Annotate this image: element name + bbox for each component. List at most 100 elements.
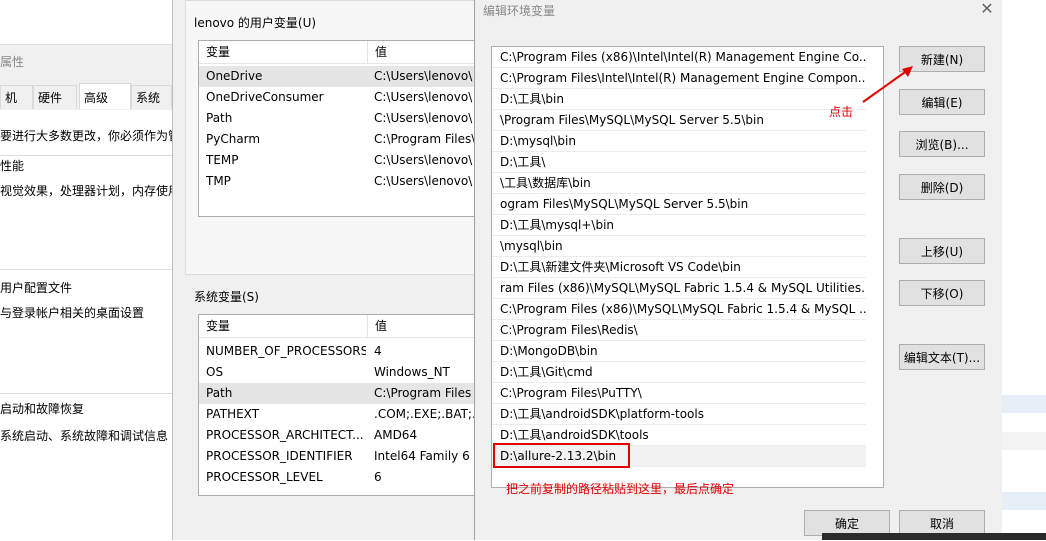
path-entry[interactable]: C:\Program Files\Redis\: [492, 320, 866, 341]
tab-hardware[interactable]: 硬件: [33, 85, 77, 109]
var-value: C:\Program Files\: [374, 132, 476, 146]
var-name: OS: [206, 365, 224, 379]
background-row: [1002, 395, 1046, 413]
tab-computer-name[interactable]: 机名名: [0, 85, 33, 153]
background-row: [1002, 492, 1046, 510]
path-entries-list[interactable]: C:\Program Files (x86)\Intel\Intel(R) Ma…: [491, 46, 884, 488]
window-title: 属性: [0, 55, 25, 69]
system-var-row[interactable]: PATHEXT .COM;.EXE;.BAT;.C: [199, 404, 476, 425]
path-entry[interactable]: C:\Program Files (x86)\Intel\Intel(R) Ma…: [492, 47, 866, 68]
performance-desc: 视觉效果，处理器计划，内存使用: [0, 184, 181, 198]
edit-text-button[interactable]: 编辑文本(T)...: [899, 344, 985, 370]
admin-note: 要进行大多数更改，你必须作为管: [0, 129, 181, 143]
column-value[interactable]: 值: [368, 315, 476, 337]
click-annotation: 点击: [829, 105, 854, 119]
user-var-row[interactable]: OneDrive C:\Users\lenovo\: [199, 66, 476, 87]
arrow-icon: [862, 66, 913, 103]
path-entry[interactable]: C:\Program Files (x86)\MySQL\MySQL Fabri…: [492, 299, 866, 320]
paste-annotation: 把之前复制的路径粘贴到这里，最后点确定: [506, 482, 735, 496]
column-value[interactable]: 值: [368, 41, 476, 63]
path-entry[interactable]: D:\工具\新建文件夹\Microsoft VS Code\bin: [492, 257, 866, 278]
move-up-button[interactable]: 上移(U): [899, 238, 985, 264]
tab-advanced[interactable]: 高级: [79, 83, 131, 109]
path-entry[interactable]: C:\Program Files\Intel\Intel(R) Manageme…: [492, 68, 866, 89]
var-name: OneDriveConsumer: [206, 90, 324, 104]
tab-strip: 机名名 硬件 高级 系统保: [0, 83, 172, 153]
delete-button[interactable]: 删除(D): [899, 174, 985, 200]
column-variable[interactable]: 变量: [199, 41, 367, 63]
var-value: .COM;.EXE;.BAT;.C: [374, 407, 476, 421]
taskbar-edge: [822, 533, 1046, 540]
var-name: PyCharm: [206, 132, 261, 146]
close-icon[interactable]: ✕: [977, 0, 997, 18]
system-var-row[interactable]: PROCESSOR_ARCHITECT... AMD64: [199, 425, 476, 446]
var-value: C:\Users\lenovo\: [374, 90, 473, 104]
path-entry[interactable]: D:\工具\mysql+\bin: [492, 215, 866, 236]
system-var-row[interactable]: OS Windows_NT: [199, 362, 476, 383]
environment-variables-dialog: lenovo 的用户变量(U) 变量 值 OneDrive C:\Users\le…: [172, 0, 477, 540]
path-entry[interactable]: D:\工具\bin: [492, 89, 866, 110]
var-value: Intel64 Family 6 M: [374, 449, 476, 463]
var-value: C:\Program Files: [374, 386, 472, 400]
var-name: NUMBER_OF_PROCESSORS: [206, 344, 366, 358]
column-variable[interactable]: 变量: [199, 315, 367, 337]
user-var-row[interactable]: TMP C:\Users\lenovo\: [199, 171, 476, 192]
user-var-row[interactable]: TEMP C:\Users\lenovo\: [199, 150, 476, 171]
divider: [0, 269, 172, 270]
user-vars-label: lenovo 的用户变量(U): [194, 16, 317, 30]
path-entry[interactable]: ram Files (x86)\MySQL\MySQL Fabric 1.5.4…: [492, 278, 866, 299]
var-name: PROCESSOR_IDENTIFIER: [206, 449, 353, 463]
move-down-button[interactable]: 下移(O): [899, 280, 985, 306]
var-value: AMD64: [374, 428, 418, 442]
advanced-panel: 要进行大多数更改，你必须作为管 性能 视觉效果，处理器计划，内存使用 用户配置文…: [0, 110, 180, 541]
user-var-row[interactable]: Path C:\Users\lenovo\: [199, 108, 476, 129]
user-vars-list[interactable]: 变量 值 OneDrive C:\Users\lenovo\ OneDriveCo…: [198, 40, 477, 217]
divider: [0, 393, 172, 394]
path-entry[interactable]: \mysql\bin: [492, 236, 866, 257]
background-row: [1002, 432, 1046, 450]
var-name: OneDrive: [206, 69, 263, 83]
var-name: PATHEXT: [206, 407, 260, 421]
var-value: C:\Users\lenovo\: [374, 153, 473, 167]
user-var-row[interactable]: OneDriveConsumer C:\Users\lenovo\: [199, 87, 476, 108]
var-name: PROCESSOR_LEVEL: [206, 470, 323, 484]
var-name: TEMP: [206, 153, 239, 167]
system-var-row[interactable]: PROCESSOR_LEVEL 6: [199, 467, 476, 488]
var-name: Path: [206, 386, 233, 400]
var-value: 6: [374, 470, 382, 484]
var-value: Windows_NT: [374, 365, 450, 379]
path-entry[interactable]: D:\MongoDB\bin: [492, 341, 866, 362]
path-entry[interactable]: ogram Files\MySQL\MySQL Server 5.5\bin: [492, 194, 866, 215]
path-entry[interactable]: D:\工具\: [492, 152, 866, 173]
scroll-down-icon[interactable]: ▼: [883, 469, 884, 485]
divider: [0, 155, 172, 156]
system-var-row[interactable]: NUMBER_OF_PROCESSORS 4: [199, 341, 476, 362]
var-value: C:\Users\lenovo\: [374, 111, 473, 125]
system-properties-window: 属性 机名名 硬件 高级 系统保 要进行大多数更改，你必须作为管 性能 视觉效果…: [0, 44, 180, 541]
var-value: C:\Users\lenovo\: [374, 174, 473, 188]
vertical-scrollbar[interactable]: ▲ ▼: [883, 47, 884, 487]
system-vars-list[interactable]: 变量 值 NUMBER_OF_PROCESSORS 4 OS Windows_NT …: [198, 314, 477, 496]
performance-heading: 性能: [0, 159, 25, 173]
tab-system-protection[interactable]: 系统保: [131, 85, 172, 129]
startup-recovery-desc: 系统启动、系统故障和调试信息: [0, 429, 169, 443]
system-var-row[interactable]: Path C:\Program Files: [199, 383, 476, 404]
path-entry[interactable]: D:\mysql\bin: [492, 131, 866, 152]
user-var-row[interactable]: PyCharm C:\Program Files\: [199, 129, 476, 150]
background-window: [1002, 0, 1046, 540]
var-name: PROCESSOR_ARCHITECT...: [206, 428, 364, 442]
startup-recovery-heading: 启动和故障恢复: [0, 402, 85, 416]
var-name: Path: [206, 111, 233, 125]
path-entry[interactable]: \工具\数据库\bin: [492, 173, 866, 194]
highlight-box: [493, 443, 630, 468]
path-entry[interactable]: C:\Program Files\PuTTY\: [492, 383, 866, 404]
list-header: 变量 值: [199, 41, 476, 64]
path-entry[interactable]: D:\工具\Git\cmd: [492, 362, 866, 383]
dialog-title: 编辑环境变量: [483, 4, 556, 18]
browse-button[interactable]: 浏览(B)...: [899, 131, 985, 157]
path-entry[interactable]: D:\工具\androidSDK\platform-tools: [492, 404, 866, 425]
system-var-row[interactable]: PROCESSOR_IDENTIFIER Intel64 Family 6 M: [199, 446, 476, 467]
path-entry[interactable]: \Program Files\MySQL\MySQL Server 5.5\bi…: [492, 110, 866, 131]
user-profiles-heading: 用户配置文件: [0, 281, 73, 295]
list-header: 变量 值: [199, 315, 476, 338]
